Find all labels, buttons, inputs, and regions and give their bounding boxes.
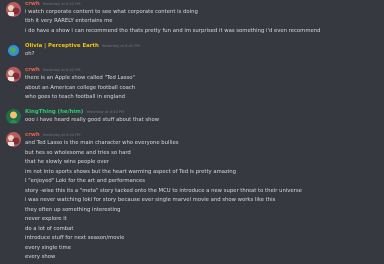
username[interactable]: Olivia | Perceptive Earth [25,43,99,49]
username[interactable]: crwh [25,67,40,73]
timestamp: Yesterday at 6:42 PM [42,2,81,6]
message-line: but hes so wholesome and tries so hard [25,150,131,156]
message-line: that he slowly wins people over [25,159,109,165]
username[interactable]: crwh [25,1,40,7]
message-text: i was never watching loki for story beca… [25,197,276,203]
message-header: KingThing (he/him) Yesterday at 6:43 PM [25,109,124,117]
timestamp: Yesterday at 6:42 PM [42,68,81,72]
avatar[interactable] [6,132,21,147]
message-line: there is an Apple show called "Ted Lasso… [25,75,135,81]
chat-messages: crwh Yesterday at 6:42 PM i watch corpora… [0,0,384,264]
timestamp: Yesterday at 6:43 PM [86,110,125,114]
message-line: never explore it [25,216,67,222]
message-line: every show [25,254,56,260]
message-line: i do have a show i can recommend tho tha… [25,28,321,34]
message-header: crwh Yesterday at 6:42 PM [25,1,81,9]
message-line: who goes to teach football in england [25,94,126,100]
message-line: every single time [25,245,71,251]
message-line: ooo i have heard really good stuff about… [25,117,160,123]
message-line: about an American college football coach [25,85,136,91]
message-line: oh? [25,51,35,57]
username[interactable]: KingThing (he/him) [25,109,83,115]
message-line: im not into sports shows but the heart w… [25,169,236,175]
avatar[interactable] [6,109,21,124]
avatar[interactable] [6,43,21,58]
timestamp: Yesterday at 6:44 PM [42,133,81,137]
message-line: i was never watching loki for story beca… [25,197,275,204]
message-line: I "enjoyed" Loki for the art and perform… [25,178,146,184]
message-line: introduce stuff for next season/movie [25,235,125,241]
message-line: story -wise this its a "meta" story tack… [25,188,302,194]
message-line: and Ted Lasso is the main character who … [25,140,179,146]
message-line: tbh it very RARELY entertains me [25,18,113,24]
message-line: i watch corporate content to see what co… [25,9,198,15]
message-header: crwh Yesterday at 6:44 PM [25,132,81,140]
avatar[interactable] [6,67,21,82]
avatar[interactable] [6,2,21,17]
message-header: crwh Yesterday at 6:42 PM [25,67,81,75]
message-line: they often up something interesting [25,207,121,213]
timestamp: Yesterday at 6:42 PM [101,44,140,48]
message-header: Olivia | Perceptive Earth Yesterday at 6:… [25,43,140,51]
message-line: do a lot of combat [25,226,74,232]
username[interactable]: crwh [25,132,40,138]
